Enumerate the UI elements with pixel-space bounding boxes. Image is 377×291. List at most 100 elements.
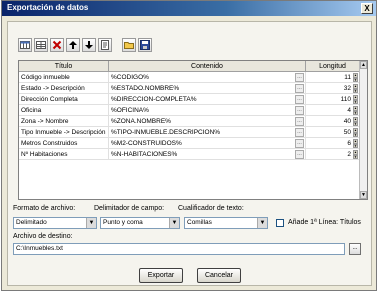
export-dialog: Exportación de datos X Título Contenido … (1, 0, 377, 291)
delete-button[interactable] (50, 38, 64, 52)
header-contenido[interactable]: Contenido (109, 61, 306, 71)
cell-longitud[interactable]: 2 ▲ ▼ (306, 149, 360, 159)
columns-a-button[interactable] (18, 38, 32, 52)
properties-button[interactable] (98, 38, 112, 52)
ellipsis-button[interactable]: … (295, 84, 304, 93)
cell-contenido-text: %ESTADO.NOMBRE% (111, 85, 180, 92)
titles-checkbox[interactable] (276, 219, 284, 227)
open-button[interactable] (122, 38, 136, 52)
cell-contenido[interactable]: %N-HABITACIONES% … (109, 149, 306, 159)
cell-longitud[interactable]: 50 ▲ ▼ (306, 127, 360, 137)
spin-down-icon[interactable]: ▼ (353, 154, 358, 159)
header-titulo[interactable]: Título (19, 61, 109, 71)
cell-titulo[interactable]: Zona -> Nombre (19, 116, 109, 126)
table-row[interactable]: Nº Habitaciones %N-HABITACIONES% … 2 ▲ ▼ (19, 149, 367, 160)
columns-b-button[interactable] (34, 38, 48, 52)
table-row[interactable]: Metros Construidos %M2-CONSTRUIDOS% … 6 ▲ ▼ (19, 138, 367, 149)
spinner[interactable]: ▲ ▼ (353, 84, 358, 93)
ellipsis-button[interactable]: … (295, 117, 304, 126)
cell-contenido[interactable]: %DIRECCION-COMPLETA%… (109, 94, 306, 104)
ellipsis-button[interactable]: … (295, 139, 304, 148)
cell-longitud[interactable]: 40 ▲ ▼ (306, 116, 360, 126)
spinner[interactable]: ▲ ▼ (353, 95, 358, 104)
export-button[interactable]: Exportar (139, 268, 183, 283)
file-format-label: Formato de archivo: (13, 205, 76, 212)
ellipsis-button[interactable]: … (295, 73, 304, 82)
cell-contenido[interactable]: %OFICINA%… (109, 105, 306, 115)
properties-icon (101, 40, 109, 50)
cell-longitud[interactable]: 6 ▲ ▼ (306, 138, 360, 148)
scroll-up-icon[interactable]: ▲ (360, 61, 367, 69)
cell-longitud[interactable]: 32 ▲ ▼ (306, 83, 360, 93)
field-delimiter-value: Punto y coma (103, 219, 143, 226)
cell-contenido[interactable]: %TIPO-INMUEBLE.DESCRIPCION%… (109, 127, 306, 137)
cell-longitud[interactable]: 11 ▲ ▼ (306, 72, 360, 82)
spin-down-icon[interactable]: ▼ (353, 143, 358, 148)
spinner[interactable]: ▲ ▼ (353, 73, 358, 82)
cell-contenido-text: %N-HABITACIONES% (111, 151, 178, 158)
spin-down-icon[interactable]: ▼ (353, 88, 358, 93)
chevron-down-icon[interactable]: ▼ (86, 218, 96, 228)
text-qualifier-select[interactable]: Comillas ▼ (184, 217, 268, 229)
spin-down-icon[interactable]: ▼ (353, 110, 358, 115)
columns-b-icon (36, 41, 46, 49)
cell-longitud-text: 4 (347, 107, 351, 114)
spinner[interactable]: ▲ ▼ (353, 139, 358, 148)
spinner[interactable]: ▲ ▼ (353, 150, 358, 159)
table-row[interactable]: Código inmueble %CODIGO% … 11 ▲ ▼ (19, 72, 367, 83)
spinner[interactable]: ▲ ▼ (353, 128, 358, 137)
title-bar: Exportación de datos X (2, 1, 376, 16)
cell-contenido-text: %M2-CONSTRUIDOS% (111, 140, 182, 147)
cell-titulo[interactable]: Estado -> Descripción (19, 83, 109, 93)
field-delimiter-select[interactable]: Punto y coma ▼ (100, 217, 180, 229)
ellipsis-button[interactable]: … (295, 106, 304, 115)
grid-scrollbar[interactable]: ▲ ▼ (359, 61, 367, 199)
cell-titulo[interactable]: Oficina (19, 105, 109, 115)
cell-longitud[interactable]: 110 ▲ ▼ (306, 94, 360, 104)
ellipsis-button[interactable]: … (295, 128, 304, 137)
cell-contenido-text: %ZONA.NOMBRE% (111, 118, 171, 125)
cell-titulo[interactable]: Nº Habitaciones (19, 149, 109, 159)
chevron-down-icon[interactable]: ▼ (257, 218, 267, 228)
arrow-down-icon (85, 41, 93, 49)
cell-longitud[interactable]: 4 ▲ ▼ (306, 105, 360, 115)
table-row[interactable]: Dirección Completa %DIRECCION-COMPLETA% …… (19, 94, 367, 105)
cell-titulo[interactable]: Código inmueble (19, 72, 109, 82)
cancel-button[interactable]: Cancelar (197, 268, 241, 283)
spinner[interactable]: ▲ ▼ (353, 106, 358, 115)
cell-contenido[interactable]: %ESTADO.NOMBRE% … (109, 83, 306, 93)
file-format-select[interactable]: Delimitado ▼ (13, 217, 97, 229)
move-up-button[interactable] (66, 38, 80, 52)
close-button[interactable]: X (361, 3, 373, 14)
open-folder-icon (124, 42, 134, 49)
table-row[interactable]: Estado -> Descripción %ESTADO.NOMBRE% … 3… (19, 83, 367, 94)
spin-down-icon[interactable]: ▼ (353, 77, 358, 82)
titles-checkbox-label: Añade 1ª Línea: Títulos (288, 219, 361, 226)
destination-input[interactable]: C:\Inmuebles.txt (13, 243, 345, 255)
save-button[interactable] (138, 38, 152, 52)
cell-contenido[interactable]: %CODIGO% … (109, 72, 306, 82)
cell-contenido-text: %CODIGO% (111, 74, 149, 81)
spin-down-icon[interactable]: ▼ (353, 132, 358, 137)
cell-longitud-text: 110 (340, 96, 351, 103)
table-row[interactable]: Zona -> Nombre %ZONA.NOMBRE% … 40 ▲ ▼ (19, 116, 367, 127)
cell-contenido[interactable]: %ZONA.NOMBRE% … (109, 116, 306, 126)
table-row[interactable]: Oficina %OFICINA% … 4 ▲ ▼ (19, 105, 367, 116)
ellipsis-button[interactable]: … (295, 95, 304, 104)
cell-contenido[interactable]: %M2-CONSTRUIDOS% … (109, 138, 306, 148)
fields-grid: Título Contenido Longitud Código inmuebl… (18, 60, 368, 200)
cell-titulo[interactable]: Tipo Inmueble -> Descripción (19, 127, 109, 137)
move-down-button[interactable] (82, 38, 96, 52)
chevron-down-icon[interactable]: ▼ (169, 218, 179, 228)
browse-button[interactable]: ... (349, 243, 361, 255)
cell-titulo[interactable]: Dirección Completa (19, 94, 109, 104)
cell-longitud-text: 2 (347, 151, 351, 158)
scroll-down-icon[interactable]: ▼ (360, 191, 367, 199)
table-row[interactable]: Tipo Inmueble -> Descripción %TIPO-INMUE… (19, 127, 367, 138)
header-longitud[interactable]: Longitud (306, 61, 360, 71)
spin-down-icon[interactable]: ▼ (353, 99, 358, 104)
ellipsis-button[interactable]: … (295, 150, 304, 159)
spinner[interactable]: ▲ ▼ (353, 117, 358, 126)
cell-titulo[interactable]: Metros Construidos (19, 138, 109, 148)
spin-down-icon[interactable]: ▼ (353, 121, 358, 126)
